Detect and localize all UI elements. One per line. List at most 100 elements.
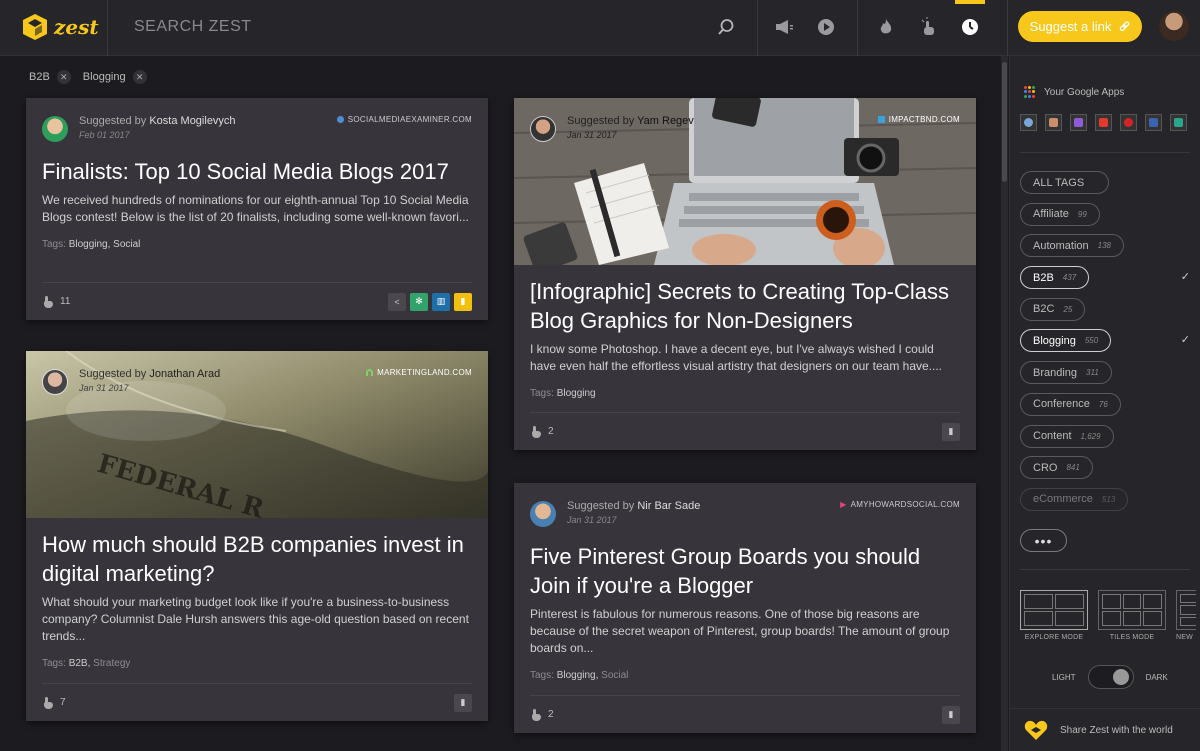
clap-button[interactable]: 11	[42, 295, 70, 308]
bookmark-icon[interactable]: ▮	[454, 693, 472, 712]
new-mode-button[interactable]: NEW	[1176, 590, 1196, 641]
source-domain[interactable]: SOCIALMEDIAEXAMINER.COM	[336, 115, 472, 124]
tags-label: Tags:	[42, 658, 66, 669]
article-card[interactable]: FEDERAL R Suggested by Jonathan Arad Jan…	[26, 351, 488, 721]
bookmark-icon[interactable]: ▮	[942, 705, 960, 724]
google-apps-header[interactable]: Your Google Apps	[1024, 86, 1124, 98]
theme-toggle[interactable]	[1087, 665, 1134, 689]
dark-label: DARK	[1145, 672, 1168, 682]
tag-link[interactable]: Blogging,	[69, 239, 111, 250]
tags-label: Tags:	[530, 388, 554, 399]
tag-pill-b2b[interactable]: B2B 437	[1020, 266, 1090, 290]
photos-app-icon[interactable]	[1045, 114, 1062, 131]
card-title[interactable]: Five Pinterest Group Boards you should J…	[514, 542, 976, 600]
bookmark-icon[interactable]: ▮	[454, 292, 472, 311]
card-title[interactable]: Finalists: Top 10 Social Media Blogs 201…	[26, 157, 488, 186]
trello-icon[interactable]: ▥	[432, 292, 450, 311]
tag-count: 437	[1062, 273, 1077, 283]
card-header: Suggested by Kosta Mogilevych Feb 01 201…	[26, 98, 488, 156]
tag-link[interactable]: Strategy	[93, 658, 130, 669]
card-title[interactable]: [Infographic] Secrets to Creating Top-Cl…	[514, 277, 976, 335]
scroll-thumb[interactable]	[1002, 62, 1007, 182]
youtube-app-icon[interactable]	[1095, 114, 1112, 131]
author-name[interactable]: Kosta Mogilevych	[149, 115, 235, 127]
clock-icon[interactable]	[959, 16, 981, 38]
clap-count: 2	[548, 426, 554, 437]
source-domain[interactable]: MARKETINGLAND.COM	[366, 368, 472, 377]
share-zest[interactable]: Share Zest with the world	[1010, 708, 1200, 751]
tag-filter-list: ALL TAGS Affiliate 99 Automation 138 B2B 43…	[1020, 171, 1190, 520]
tag-link[interactable]: Blogging,	[557, 670, 599, 681]
tag-name: Blogging	[1033, 334, 1076, 347]
source-domain[interactable]: IMPACTBND.COM	[877, 115, 960, 124]
app-icon[interactable]	[1170, 114, 1187, 131]
tag-name: ALL TAGS	[1033, 176, 1085, 189]
slack-icon[interactable]: ✻	[410, 292, 428, 311]
all-tags-button[interactable]: ALL TAGS	[1020, 171, 1109, 194]
tag-link[interactable]: B2B,	[69, 658, 91, 669]
tag-pill-branding[interactable]: Branding 311	[1020, 361, 1112, 385]
flame-icon[interactable]	[875, 16, 897, 38]
clap-button[interactable]: 2	[530, 425, 554, 438]
tag-name: Affiliate	[1033, 208, 1069, 221]
chrome-app-icon[interactable]	[1020, 114, 1037, 131]
author-avatar[interactable]	[530, 501, 556, 527]
clap-button[interactable]: 2	[530, 708, 554, 721]
remove-filter-icon[interactable]: ✕	[132, 70, 147, 84]
tag-pill-b2c[interactable]: B2C 25	[1020, 297, 1086, 321]
search-icon[interactable]	[715, 16, 737, 38]
article-card[interactable]: Suggested by Nir Bar Sade Jan 31 2017 ▶ A…	[514, 483, 976, 733]
google-apps-list	[1020, 114, 1187, 131]
tag-pill-automation[interactable]: Automation 138	[1020, 234, 1125, 258]
search-input[interactable]	[134, 18, 634, 36]
tiles-mode-button[interactable]: TILES MODE	[1098, 590, 1166, 641]
facebook-app-icon[interactable]	[1145, 114, 1162, 131]
filter-chip-b2b: B2B ✕	[29, 70, 71, 84]
megaphone-icon[interactable]	[774, 16, 796, 38]
tags-label: Tags:	[42, 239, 66, 250]
author-name[interactable]: Yam Regev	[637, 115, 694, 127]
card-title[interactable]: How much should B2B companies invest in …	[26, 530, 488, 588]
active-filters: B2B ✕ Blogging ✕	[29, 70, 147, 84]
article-card[interactable]: Suggested by Yam Regev Jan 31 2017 IMPAC…	[514, 98, 976, 450]
author-avatar[interactable]	[42, 116, 68, 142]
pinterest-app-icon[interactable]	[1120, 114, 1137, 131]
author-name[interactable]: Nir Bar Sade	[637, 500, 700, 512]
tag-pill-content[interactable]: Content 1,629	[1020, 424, 1114, 448]
user-avatar[interactable]	[1159, 11, 1189, 41]
tag-link[interactable]: Social	[113, 239, 140, 250]
twitch-app-icon[interactable]	[1070, 114, 1087, 131]
card-image[interactable]: FEDERAL R Suggested by Jonathan Arad Jan…	[26, 351, 488, 518]
remove-filter-icon[interactable]: ✕	[56, 70, 71, 84]
suggested-by: Suggested by Jonathan Arad	[79, 368, 220, 380]
tag-pill-affiliate[interactable]: Affiliate 99	[1020, 202, 1100, 226]
suggest-link-button[interactable]: Suggest a link	[1018, 11, 1142, 42]
mode-label: TILES MODE	[1109, 634, 1155, 641]
divider	[757, 0, 758, 56]
google-apps-title: Your Google Apps	[1044, 86, 1125, 98]
card-image[interactable]: Suggested by Yam Regev Jan 31 2017 IMPAC…	[514, 98, 976, 265]
clap-button[interactable]: 7	[42, 696, 66, 709]
tag-pill-ecommerce[interactable]: eCommerce 513	[1020, 487, 1129, 511]
tag-pill-blogging[interactable]: Blogging 550	[1020, 329, 1112, 353]
explore-mode-button[interactable]: EXPLORE MODE	[1020, 590, 1088, 641]
tag-link[interactable]: Social	[601, 670, 628, 681]
tag-pill-conference[interactable]: Conference 76	[1020, 392, 1121, 416]
filter-chip-blogging: Blogging ✕	[83, 70, 147, 84]
play-icon[interactable]	[815, 16, 837, 38]
tag-link[interactable]: Blogging	[557, 388, 596, 399]
divider	[1020, 569, 1190, 570]
source-domain[interactable]: ▶ AMYHOWARDSOCIAL.COM	[840, 500, 960, 509]
author-name[interactable]: Jonathan Arad	[149, 368, 220, 380]
more-tags-button[interactable]: •••	[1020, 529, 1067, 552]
author-avatar[interactable]	[42, 369, 68, 395]
tag-pill-cro[interactable]: CRO 841	[1020, 456, 1093, 480]
bookmark-icon[interactable]: ▮	[942, 422, 960, 441]
zest-logo[interactable]: zest	[22, 13, 99, 41]
article-card[interactable]: Suggested by Kosta Mogilevych Feb 01 201…	[26, 98, 488, 320]
author-avatar[interactable]	[530, 116, 556, 142]
post-date: Feb 01 2017	[79, 130, 130, 140]
share-icon[interactable]: <	[388, 292, 406, 311]
clap-icon[interactable]	[917, 16, 939, 38]
card-description: Pinterest is fabulous for numerous reaso…	[530, 607, 950, 655]
